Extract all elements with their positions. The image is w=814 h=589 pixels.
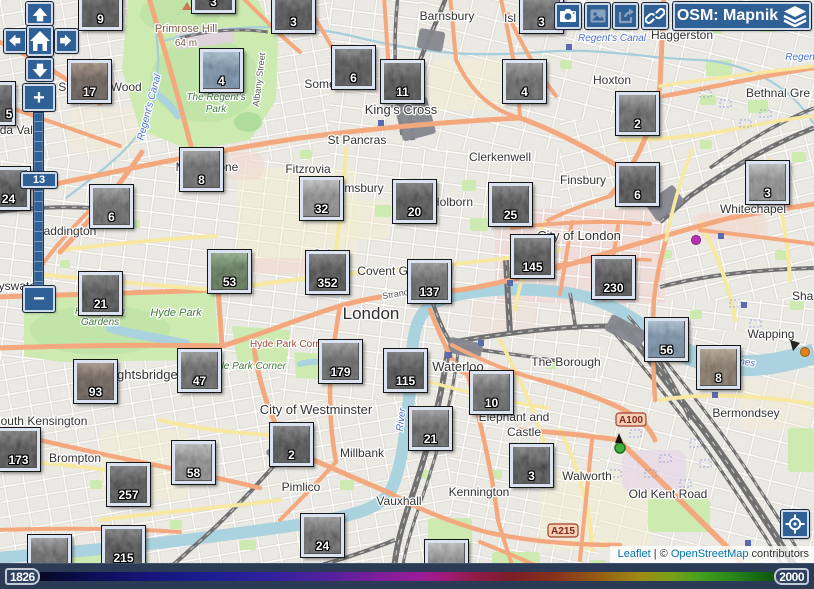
svg-text:64 m: 64 m	[175, 38, 197, 49]
svg-text:Clerkenwell: Clerkenwell	[469, 150, 531, 164]
svg-text:Whitechapel: Whitechapel	[720, 202, 786, 216]
svg-text:King's Cross: King's Cross	[365, 102, 438, 117]
svg-text:Wapping: Wapping	[748, 327, 795, 341]
svg-text:Park: Park	[206, 104, 228, 115]
svg-text:The Borough: The Borough	[531, 355, 600, 369]
svg-text:Brompton: Brompton	[49, 451, 101, 465]
svg-text:Isl: Isl	[504, 11, 516, 25]
svg-text:Hyde Park: Hyde Park	[150, 307, 202, 319]
svg-text:Primrose Hill: Primrose Hill	[155, 23, 217, 35]
svg-text:Shad: Shad	[792, 289, 814, 303]
svg-text:A215: A215	[551, 526, 575, 537]
svg-text:The Regent's: The Regent's	[186, 92, 245, 103]
svg-text:Bethnal Gre: Bethnal Gre	[746, 86, 810, 100]
svg-text:South Kensington: South Kensington	[0, 414, 87, 428]
svg-text:Walworth: Walworth	[562, 469, 612, 483]
svg-text:Hoxton: Hoxton	[593, 73, 631, 87]
svg-text:Regent's Canal: Regent's Canal	[578, 33, 647, 44]
svg-text:Finsbury: Finsbury	[560, 173, 606, 187]
svg-text:St Pancras: St Pancras	[328, 133, 387, 147]
svg-text:Gardens: Gardens	[81, 317, 119, 328]
svg-text:London: London	[343, 304, 400, 323]
svg-text:Castle: Castle	[507, 425, 541, 439]
svg-text:Vauxhall: Vauxhall	[376, 494, 421, 508]
svg-text:Fitzrovia: Fitzrovia	[285, 162, 331, 176]
svg-text:Pimlico: Pimlico	[282, 480, 321, 494]
svg-text:City of Westminster: City of Westminster	[260, 402, 373, 417]
svg-text:Millbank: Millbank	[340, 446, 385, 460]
svg-text:Old Kent Road: Old Kent Road	[629, 487, 708, 501]
svg-text:Barnsbury: Barnsbury	[420, 9, 475, 23]
svg-text:Kennington: Kennington	[449, 485, 510, 499]
svg-text:A100: A100	[619, 415, 643, 426]
svg-text:Regen: Regen	[785, 52, 814, 63]
svg-text:Holborn: Holborn	[431, 195, 473, 209]
svg-text:Paddington: Paddington	[36, 224, 97, 238]
svg-text:Haggerston: Haggerston	[651, 28, 713, 42]
svg-text:Bermondsey: Bermondsey	[712, 406, 779, 420]
